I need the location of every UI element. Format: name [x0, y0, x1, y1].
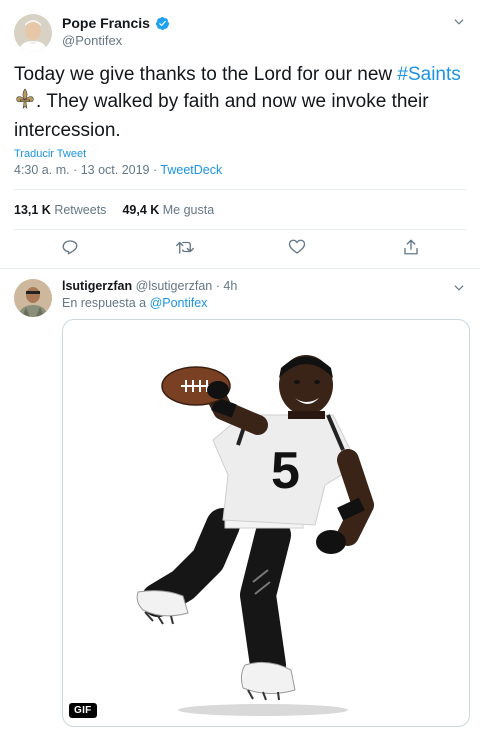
reply-icon[interactable]: [61, 238, 81, 258]
reply-author-info: lsutigerzfan @lsutigerzfan · 4h: [62, 279, 237, 293]
retweets-stat[interactable]: 13,1 K Retweets: [14, 203, 106, 217]
reply-author-name[interactable]: lsutigerzfan: [62, 279, 132, 293]
tweet-text-part-1: Today we give thanks to the Lord for our…: [14, 64, 398, 85]
hashtag-link[interactable]: #Saints: [397, 64, 460, 85]
heart-icon[interactable]: [288, 238, 308, 258]
verified-badge-icon: [155, 16, 170, 31]
likes-count: 49,4 K: [122, 203, 160, 217]
author-info: Pope Francis @Pontifex: [62, 15, 170, 48]
reply-to-mention[interactable]: @Pontifex: [150, 296, 208, 310]
tweet-stats: 13,1 K Retweets 49,4 K Me gusta: [14, 203, 214, 217]
divider: [14, 189, 466, 190]
author-avatar[interactable]: [14, 14, 52, 52]
gif-media[interactable]: 5 GIF: [62, 319, 470, 727]
author-name[interactable]: Pope Francis: [62, 15, 150, 31]
divider: [14, 229, 466, 230]
tweet-actions: [0, 238, 480, 260]
tweet-timestamp[interactable]: 4:30 a. m. · 13 oct. 2019 ·: [14, 163, 160, 177]
share-icon[interactable]: [402, 238, 422, 258]
chevron-down-icon[interactable]: [452, 15, 466, 34]
jersey-number: 5: [271, 442, 300, 500]
chevron-down-icon[interactable]: [452, 281, 466, 300]
tweet-text-part-2: . They walked by faith and now we invoke…: [14, 91, 429, 141]
reply-author-avatar[interactable]: [14, 279, 52, 317]
likes-label: Me gusta: [162, 203, 215, 217]
reply-author-handle[interactable]: @lsutigerzfan: [136, 279, 213, 293]
retweet-icon[interactable]: [175, 238, 195, 258]
reply-tweet[interactable]: lsutigerzfan @lsutigerzfan · 4h En respu…: [0, 269, 480, 736]
main-tweet: Pope Francis @Pontifex Today we give tha…: [0, 0, 480, 269]
reply-time[interactable]: · 4h: [212, 279, 238, 293]
reply-context: En respuesta a @Pontifex: [62, 296, 207, 310]
author-handle[interactable]: @Pontifex: [62, 33, 170, 48]
tweet-meta: 4:30 a. m. · 13 oct. 2019 · TweetDeck: [14, 163, 222, 177]
reply-to-label: En respuesta a: [62, 296, 150, 310]
football-player-gif-image: 5: [136, 355, 374, 716]
fleur-de-lis-icon: [14, 88, 36, 118]
gif-badge: GIF: [69, 703, 97, 718]
translate-tweet-link[interactable]: Traducir Tweet: [14, 148, 86, 160]
retweets-label: Retweets: [54, 203, 107, 217]
retweets-count: 13,1 K: [14, 203, 51, 217]
tweet-text: Today we give thanks to the Lord for our…: [14, 62, 464, 144]
tweet-client-link[interactable]: TweetDeck: [160, 163, 222, 177]
likes-stat[interactable]: 49,4 K Me gusta: [122, 203, 214, 217]
